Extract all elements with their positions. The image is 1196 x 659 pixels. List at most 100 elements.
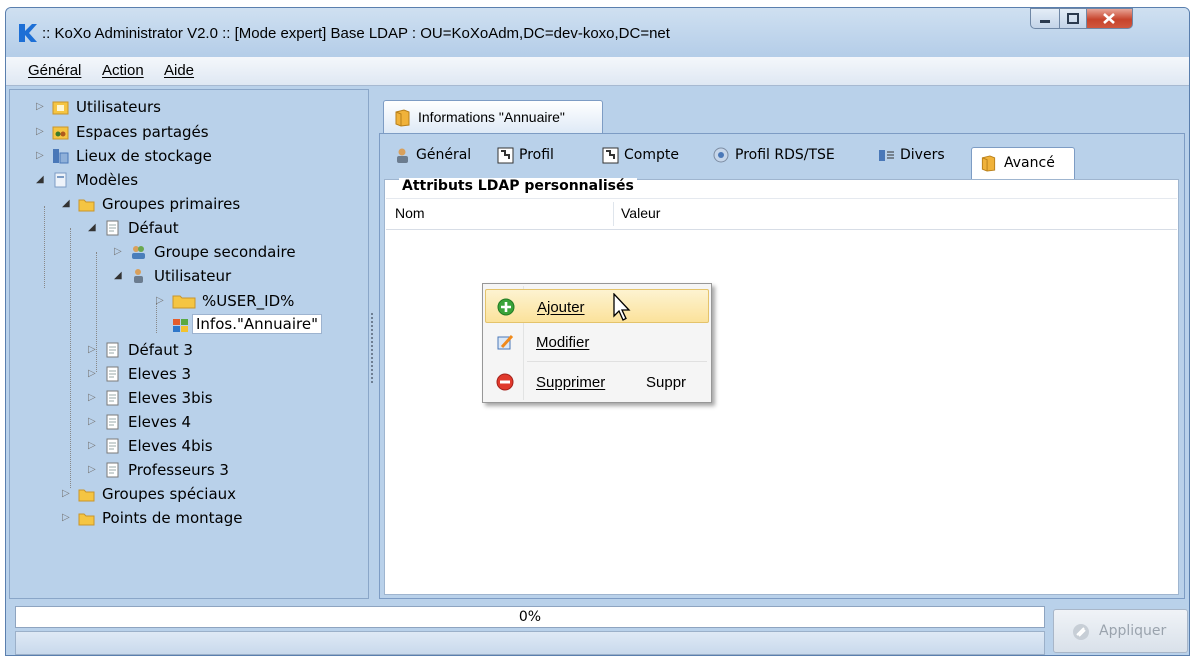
collapse-arrow-icon[interactable]: ◢: [114, 270, 126, 281]
tab-profil[interactable]: Profil: [497, 141, 569, 171]
account-icon: [602, 147, 619, 164]
expand-arrow-icon[interactable]: ▷: [88, 368, 100, 379]
tree-node-label: Modèles: [76, 171, 139, 189]
koxo-logo-icon: [19, 24, 37, 42]
column-header-nom[interactable]: Nom: [395, 205, 425, 221]
user-icon: [397, 148, 408, 163]
menu-item-modifier[interactable]: Modifier: [485, 325, 709, 359]
expand-arrow-icon[interactable]: ▷: [88, 440, 100, 451]
user-icon: [134, 269, 143, 283]
column-header-valeur[interactable]: Valeur: [621, 205, 660, 221]
templates-icon: [54, 172, 67, 188]
document-icon: [106, 462, 119, 478]
profile-icon: [497, 147, 514, 164]
tree-node-label: Infos."Annuaire": [192, 314, 322, 334]
delete-icon: [496, 373, 514, 391]
menu-general[interactable]: Général: [28, 62, 81, 79]
column-divider[interactable]: [613, 202, 614, 226]
tree-node-label: %USER_ID%: [202, 292, 295, 310]
tree-node-label: Utilisateurs: [76, 98, 161, 116]
close-icon: [1103, 13, 1115, 24]
tab-divers[interactable]: Divers: [878, 141, 963, 171]
minimize-icon: [1040, 20, 1050, 23]
expand-arrow-icon[interactable]: ▷: [36, 101, 48, 112]
tab-label: Profil: [519, 147, 554, 163]
tree-node-label: Lieux de stockage: [76, 147, 212, 165]
book-icon: [981, 155, 996, 172]
tab-informations-annuaire[interactable]: Informations "Annuaire": [383, 100, 603, 134]
expand-arrow-icon[interactable]: ▷: [114, 246, 126, 257]
apply-button[interactable]: Appliquer: [1053, 609, 1188, 653]
tree-guide: [156, 303, 157, 333]
tree-node-label: Eleves 4: [128, 413, 192, 431]
tree-guide: [44, 206, 45, 288]
group-title: Attributs LDAP personnalisés: [399, 178, 637, 194]
tab-compte[interactable]: Compte: [602, 141, 702, 171]
folder-icon: [78, 489, 95, 502]
menu-bar: Général Action Aide: [6, 57, 1189, 86]
expand-arrow-icon[interactable]: ▷: [88, 416, 100, 427]
tree-node-label: Groupe secondaire: [154, 243, 296, 261]
collapse-arrow-icon[interactable]: ◢: [62, 198, 74, 209]
apply-label: Appliquer: [1099, 623, 1167, 639]
expand-arrow-icon[interactable]: ▷: [88, 392, 100, 403]
panel-splitter[interactable]: [371, 313, 373, 383]
expand-arrow-icon[interactable]: ▷: [36, 126, 48, 137]
misc-icon: [879, 150, 894, 161]
group-icon: [132, 246, 145, 259]
tab-label: Avancé: [1004, 155, 1055, 171]
collapse-arrow-icon[interactable]: ◢: [36, 174, 48, 185]
tree-guide: [70, 228, 71, 488]
menu-item-label: Supprimer: [536, 374, 606, 391]
storage-icon: [53, 149, 69, 164]
tree-node-label: Eleves 3bis: [128, 389, 213, 407]
menu-action[interactable]: Action: [102, 62, 144, 79]
folder-icon: [172, 295, 196, 309]
tab-label: Général: [416, 147, 472, 163]
edit-icon: [497, 334, 514, 350]
maximize-button[interactable]: [1059, 8, 1087, 29]
tree-node-label: Utilisateur: [154, 267, 232, 285]
menu-aide[interactable]: Aide: [164, 62, 194, 79]
tree-node-label: Espaces partagés: [76, 123, 209, 141]
tab-label: Compte: [624, 147, 679, 163]
close-button[interactable]: [1086, 8, 1133, 29]
tree-node-label: Points de montage: [102, 509, 243, 527]
folder-icon: [78, 199, 95, 212]
mouse-cursor-icon: [613, 293, 631, 321]
tree-node-label: Groupes spéciaux: [102, 485, 237, 503]
collapse-arrow-icon[interactable]: ◢: [88, 222, 100, 233]
expand-arrow-icon[interactable]: ▷: [156, 295, 168, 306]
tab-general[interactable]: Général: [394, 141, 484, 171]
tree-node-label: Défaut: [128, 219, 179, 237]
users-folder-icon: [52, 101, 69, 115]
tab-label: Divers: [900, 147, 945, 163]
tree-view[interactable]: ▷ Utilisateurs ▷ Espaces partagés ▷ Lieu…: [9, 89, 369, 599]
title-bar[interactable]: :: KoXo Administrator V2.0 :: [Mode expe…: [6, 8, 1189, 57]
tree-node-label: Eleves 3: [128, 365, 192, 383]
expand-arrow-icon[interactable]: ▷: [88, 464, 100, 475]
add-icon: [497, 298, 515, 316]
directory-info-icon: [173, 319, 188, 332]
tab-avance[interactable]: Avancé: [971, 147, 1075, 182]
context-menu: Ajouter Modifier Supprimer Suppr: [482, 283, 712, 403]
tab-label: Profil RDS/TSE: [735, 147, 835, 163]
maximize-icon: [1067, 13, 1079, 24]
status-bar: [15, 631, 1045, 655]
expand-arrow-icon[interactable]: ▷: [62, 512, 74, 523]
expand-arrow-icon[interactable]: ▷: [88, 344, 100, 355]
minimize-button[interactable]: [1030, 8, 1060, 29]
book-icon: [395, 109, 410, 127]
menu-item-ajouter[interactable]: Ajouter: [485, 289, 709, 323]
expand-arrow-icon[interactable]: ▷: [36, 150, 48, 161]
progress-text: 0%: [518, 609, 542, 625]
menu-item-shortcut: Suppr: [646, 374, 687, 391]
expand-arrow-icon[interactable]: ▷: [62, 488, 74, 499]
tab-profil-rds-tse[interactable]: Profil RDS/TSE: [713, 141, 863, 171]
tab-label: Informations "Annuaire": [418, 109, 565, 125]
menu-item-supprimer[interactable]: Supprimer Suppr: [485, 365, 709, 399]
tree-node-label: Défaut 3: [128, 341, 193, 359]
window-title: :: KoXo Administrator V2.0 :: [Mode expe…: [42, 25, 670, 42]
rds-profile-icon: [713, 147, 729, 163]
document-icon: [106, 220, 119, 236]
